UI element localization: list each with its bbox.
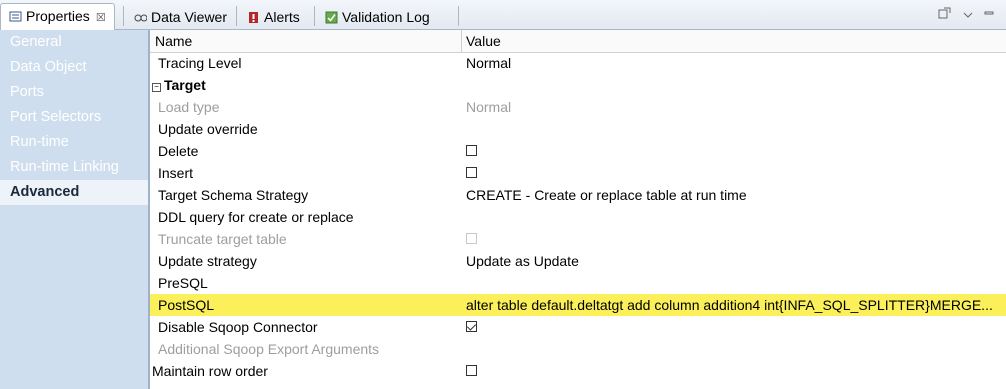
table-row[interactable]: DDL query for create or replace xyxy=(150,206,1006,228)
tab-data-viewer[interactable]: Data Viewer xyxy=(125,4,236,30)
property-name: Insert xyxy=(158,165,194,181)
property-name: DDL query for create or replace xyxy=(158,209,354,225)
maintain-row-order-checkbox[interactable] xyxy=(466,365,477,376)
table-row[interactable]: Update override xyxy=(150,118,1006,140)
view-menu-icon[interactable] xyxy=(963,8,976,22)
sidebar-item-general[interactable]: General xyxy=(0,30,148,55)
property-name: Additional Sqoop Export Arguments xyxy=(158,341,380,357)
table-row-selected[interactable]: PostSQL alter table default.deltatgt add… xyxy=(150,294,1006,316)
table-row[interactable]: PreSQL xyxy=(150,272,1006,294)
property-value xyxy=(466,338,1002,360)
tab-separator xyxy=(458,6,459,26)
column-divider[interactable] xyxy=(461,30,462,52)
alerts-icon xyxy=(247,11,260,24)
table-row[interactable]: Maintain row order xyxy=(144,360,1000,382)
tab-properties-label: Properties xyxy=(26,8,90,24)
sidebar-item-advanced[interactable]: Advanced xyxy=(0,180,148,205)
property-value[interactable] xyxy=(466,272,1002,294)
property-value[interactable]: Update as Update xyxy=(466,250,1002,272)
property-name: Maintain row order xyxy=(152,363,268,379)
grid-header: Name Value xyxy=(150,30,1006,53)
property-name: Update override xyxy=(158,121,258,137)
new-window-icon[interactable] xyxy=(938,7,954,22)
group-label: Target xyxy=(164,77,206,93)
tab-validation-log-label: Validation Log xyxy=(342,9,430,25)
table-row[interactable]: Delete xyxy=(150,140,1006,162)
table-row[interactable]: Tracing Level Normal xyxy=(150,52,1006,74)
property-value[interactable] xyxy=(466,118,1002,140)
insert-checkbox[interactable] xyxy=(466,167,477,178)
property-name: PostSQL xyxy=(158,297,215,313)
table-row: Additional Sqoop Export Arguments xyxy=(150,338,1006,360)
tab-data-viewer-label: Data Viewer xyxy=(151,9,228,25)
validation-log-icon xyxy=(325,11,338,24)
data-viewer-icon xyxy=(134,11,148,24)
property-name: Disable Sqoop Connector xyxy=(158,319,318,335)
column-header-value[interactable]: Value xyxy=(466,30,501,52)
property-value[interactable]: Normal xyxy=(466,52,1002,74)
property-name: Load type xyxy=(158,99,220,115)
sidebar-item-run-time-linking[interactable]: Run-time Linking xyxy=(0,155,148,180)
tab-alerts[interactable]: Alerts xyxy=(238,4,309,30)
sidebar-item-run-time[interactable]: Run-time xyxy=(0,130,148,155)
table-row[interactable]: Target Schema Strategy CREATE - Create o… xyxy=(150,184,1006,206)
close-icon[interactable]: ☒ xyxy=(96,12,106,24)
tab-validation-log[interactable]: Validation Log xyxy=(316,4,439,30)
sidebar-item-ports[interactable]: Ports xyxy=(0,80,148,105)
property-name: Target Schema Strategy xyxy=(158,187,309,203)
view-tab-bar: Properties ☒ Data Viewer Alerts Validatio… xyxy=(0,0,1006,31)
minimize-icon[interactable] xyxy=(984,8,994,22)
table-row: Load type Normal xyxy=(150,96,1006,118)
property-name: PreSQL xyxy=(158,275,208,291)
table-row[interactable]: Disable Sqoop Connector xyxy=(150,316,1006,338)
tab-separator xyxy=(123,6,124,26)
property-name: Tracing Level xyxy=(158,55,242,71)
tab-separator xyxy=(314,6,315,26)
table-row: Truncate target table xyxy=(150,228,1006,250)
property-value[interactable] xyxy=(466,206,1002,228)
table-row-group[interactable]: − Target xyxy=(150,74,1006,96)
view-toolbar xyxy=(930,7,994,22)
tab-separator xyxy=(236,6,237,26)
property-name: Truncate target table xyxy=(158,231,287,247)
properties-icon xyxy=(9,10,22,23)
delete-checkbox[interactable] xyxy=(466,145,477,156)
table-row[interactable]: Update strategy Update as Update xyxy=(150,250,1006,272)
property-grid: Name Value Tracing Level Normal − Target … xyxy=(150,30,1006,389)
truncate-target-table-checkbox xyxy=(466,233,477,244)
table-row[interactable]: Insert xyxy=(150,162,1006,184)
disable-sqoop-connector-checkbox[interactable] xyxy=(466,321,477,332)
tab-alerts-label: Alerts xyxy=(264,9,300,25)
sidebar-item-port-selectors[interactable]: Port Selectors xyxy=(0,105,148,130)
sidebar-item-data-object[interactable]: Data Object xyxy=(0,55,148,80)
property-name: Update strategy xyxy=(158,253,257,269)
properties-sidebar: General Data Object Ports Port Selectors… xyxy=(0,30,148,389)
tab-properties[interactable]: Properties ☒ xyxy=(0,3,115,31)
property-value[interactable]: CREATE - Create or replace table at run … xyxy=(466,184,1002,206)
collapse-icon[interactable]: − xyxy=(152,83,161,92)
property-value[interactable]: alter table default.deltatgt add column … xyxy=(466,294,1002,316)
property-value: Normal xyxy=(466,99,512,115)
property-name: Delete xyxy=(158,143,199,159)
column-header-name[interactable]: Name xyxy=(155,30,192,52)
